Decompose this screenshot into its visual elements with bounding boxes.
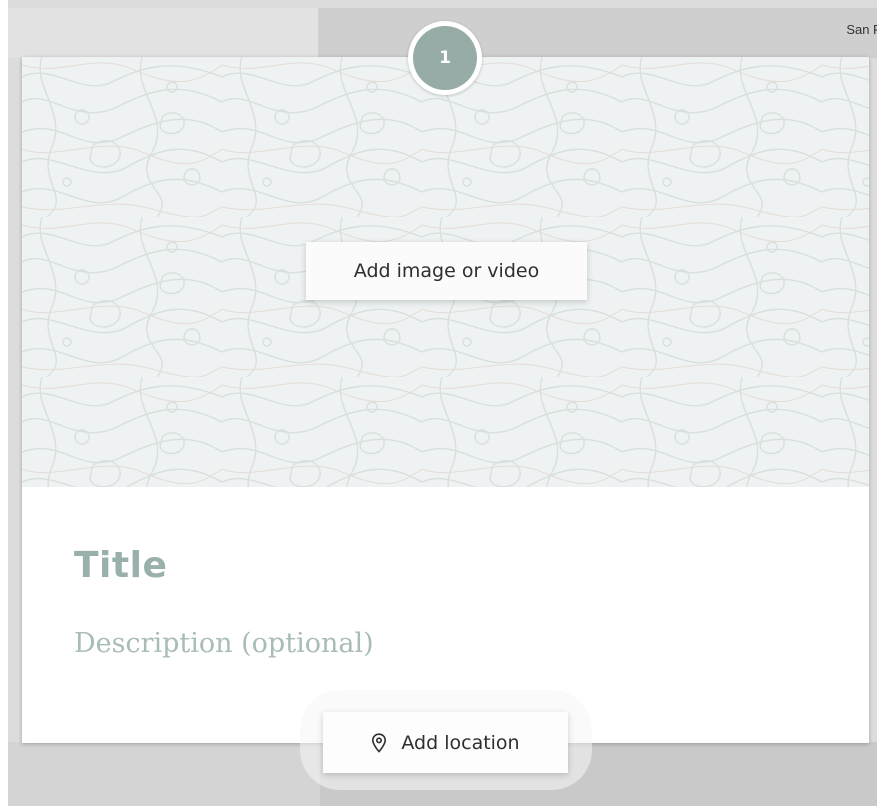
add-location-label: Add location bbox=[401, 731, 520, 754]
map-edge bbox=[0, 0, 8, 806]
step-number: 1 bbox=[413, 26, 477, 90]
map-tile bbox=[8, 8, 318, 58]
map-place-label: San F bbox=[846, 22, 877, 37]
step-number-badge: 1 bbox=[408, 21, 482, 95]
map-pin-icon bbox=[371, 732, 387, 753]
add-location-button[interactable]: Add location bbox=[323, 712, 568, 773]
description-field[interactable]: Description (optional) bbox=[74, 628, 374, 659]
title-field[interactable]: Title bbox=[74, 545, 167, 586]
slide-card: Add image or video Title Description (op… bbox=[22, 57, 869, 743]
map-tile: San F bbox=[318, 8, 877, 58]
add-image-or-video-button[interactable]: Add image or video bbox=[306, 242, 587, 300]
media-placeholder[interactable]: Add image or video bbox=[22, 57, 869, 487]
